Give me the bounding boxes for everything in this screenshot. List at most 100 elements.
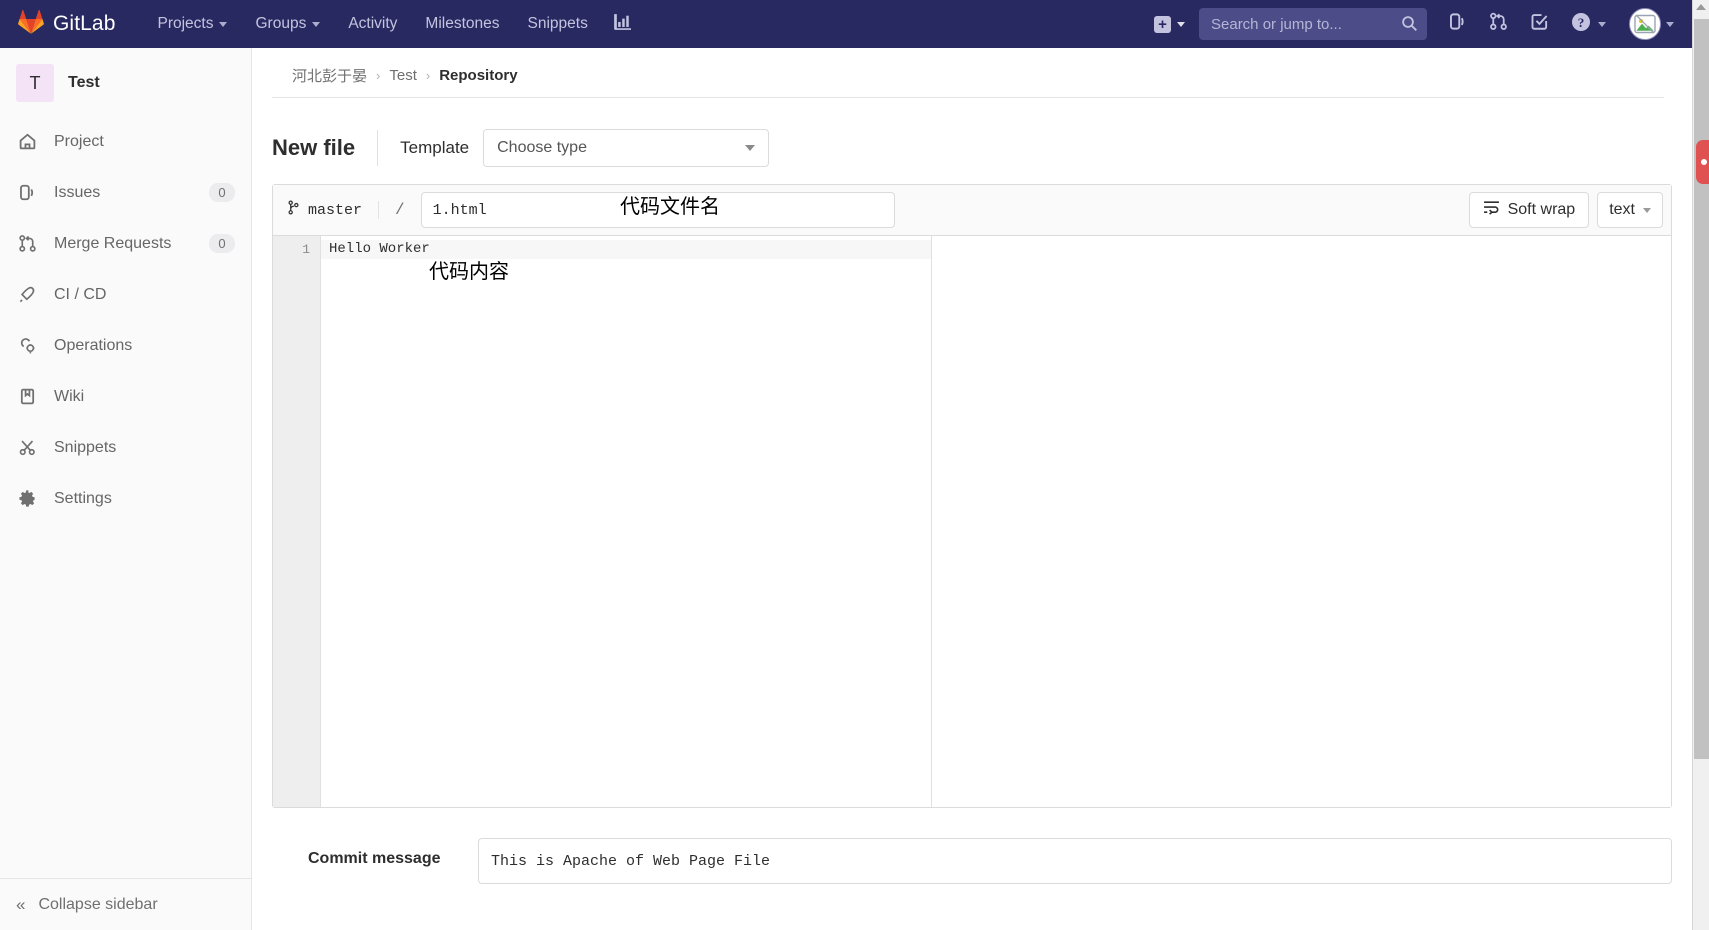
sidebar-project-header[interactable]: T Test [0,48,251,116]
merge-requests-icon [16,233,38,255]
code-area[interactable]: Hello Worker [321,236,1671,807]
commit-message-input[interactable] [478,838,1123,884]
sidebar-item-label: Project [54,132,104,150]
breadcrumb: 河北彭于晏 › Test › Repository [272,54,1664,98]
nav-analytics[interactable] [602,0,642,48]
sidebar-item-merge-requests[interactable]: Merge Requests 0 [0,218,251,269]
sidebar-item-label: Issues [54,183,101,201]
sidebar-item-wiki[interactable]: Wiki [0,371,251,422]
nav-milestones-label: Milestones [425,15,500,32]
divider [377,130,379,166]
primary-nav: Projects Groups Activity Milestones Snip… [143,0,641,48]
page-title: New file [272,135,356,160]
filename-input[interactable] [420,192,895,228]
nav-milestones[interactable]: Milestones [411,0,513,48]
chevron-down-icon [1177,21,1185,27]
issues-icon [1448,12,1467,36]
nav-projects-label: Projects [157,15,214,32]
project-sidebar: T Test Project Issues 0 Merge Requests 0… [0,48,252,930]
issues-icon [16,182,38,204]
sidebar-item-ci-cd[interactable]: CI / CD [0,269,251,320]
gitlab-brand[interactable]: GitLab [18,0,115,48]
file-editor-header: master / Soft wrap text [273,185,1671,236]
commit-message-label: Commit message [308,850,441,867]
collapse-sidebar-label: Collapse sidebar [38,895,158,913]
chevron-down-icon [745,145,756,151]
nav-projects[interactable]: Projects [143,0,241,48]
nav-snippets-label: Snippets [527,15,588,32]
soft-wrap-label: Soft wrap [1507,201,1576,218]
collapse-sidebar-button[interactable]: « Collapse sidebar [0,878,251,930]
main-content: 河北彭于晏 › Test › Repository New file Templ… [252,48,1692,930]
feedback-tab[interactable] [1696,140,1709,184]
sidebar-item-label: Wiki [54,387,85,405]
chevron-down-icon [312,21,321,27]
nav-snippets[interactable]: Snippets [514,0,602,48]
branch-indicator: master [287,200,378,220]
sidebar-item-operations[interactable]: Operations [0,320,251,371]
breadcrumb-separator: › [376,68,381,83]
merge-requests-count-badge: 0 [209,234,235,253]
sidebar-item-issues[interactable]: Issues 0 [0,167,251,218]
breadcrumb-project[interactable]: Test [389,67,417,84]
search-input[interactable] [1199,8,1427,40]
path-separator: / [378,201,421,219]
sidebar-item-project[interactable]: Project [0,116,251,167]
issues-count-badge: 0 [209,183,235,202]
line-number-gutter: 1 [273,236,321,807]
sidebar-item-label: Snippets [54,438,117,456]
template-label: Template [400,138,470,157]
soft-wrap-icon [1483,200,1500,220]
line-number: 1 [302,242,310,257]
branch-name: master [308,201,363,219]
book-icon [16,386,38,408]
merge-requests-icon [1489,12,1508,36]
nav-activity[interactable]: Activity [334,0,411,48]
new-item-button[interactable]: + [1146,0,1193,48]
scrollbar-thumb[interactable] [1694,19,1709,759]
print-margin-line [931,236,932,807]
user-menu[interactable] [1617,8,1682,40]
soft-wrap-button[interactable]: Soft wrap [1468,192,1590,228]
gitlab-logo-icon [18,9,53,39]
nav-merge-requests-icon-link[interactable] [1478,0,1519,48]
sidebar-item-snippets[interactable]: Snippets [0,422,251,473]
sidebar-item-label: Operations [54,336,133,354]
gear-icon [16,488,38,510]
nav-issues-icon-link[interactable] [1437,0,1478,48]
nav-todos-icon-link[interactable] [1519,0,1560,48]
chart-icon [613,13,631,36]
breadcrumb-separator: › [425,68,431,83]
avatar [1629,8,1661,40]
breadcrumb-group[interactable]: 河北彭于晏 [292,65,367,86]
chevron-down-icon [1598,21,1606,27]
navbar-right-group: + Search or jump to... ? [1146,0,1692,48]
editor-mode-select[interactable]: text [1597,192,1663,228]
template-type-value: Choose type [497,139,587,156]
new-file-header: New file Template Choose type [252,98,1692,176]
project-name: Test [68,74,100,91]
project-avatar: T [16,64,54,102]
plus-icon: + [1154,15,1171,33]
rocket-icon [16,284,38,306]
scissors-icon [16,437,38,459]
top-navbar: GitLab Projects Groups Activity Mileston… [0,0,1692,48]
sidebar-item-settings[interactable]: Settings [0,473,251,524]
branch-icon [287,200,300,220]
chevron-down-icon [1643,207,1651,213]
nav-activity-label: Activity [348,15,398,32]
chevron-down-icon [1666,21,1674,27]
nav-groups-label: Groups [255,15,307,32]
commit-field-extension [1123,838,1672,884]
todos-icon [1530,12,1549,36]
svg-text:?: ? [1578,14,1585,29]
chevron-down-icon [219,21,228,27]
operations-icon [16,335,38,357]
nav-groups[interactable]: Groups [241,0,334,48]
template-type-select[interactable]: Choose type [483,129,770,167]
double-chevron-left-icon: « [16,894,26,914]
code-editor-body[interactable]: 1 Hello Worker [273,236,1671,807]
nav-help-link[interactable]: ? [1560,0,1617,48]
sidebar-item-label: CI / CD [54,285,107,303]
scroll-up-arrow-icon[interactable] [1696,4,1706,10]
